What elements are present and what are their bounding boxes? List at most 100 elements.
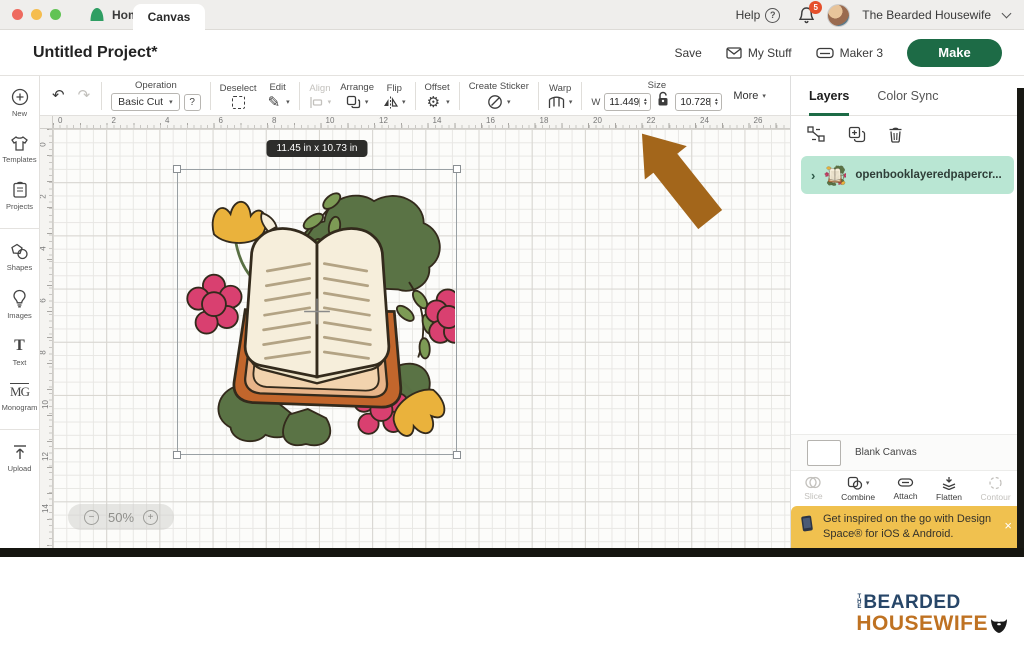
height-input[interactable]: 10.728 ▴▾ <box>675 93 722 111</box>
clipboard-icon <box>12 181 28 199</box>
notifications-button[interactable]: 5 <box>798 6 815 24</box>
window-close-button[interactable] <box>12 9 23 20</box>
arrange-menu-button[interactable]: Arrange ▾ <box>340 82 374 109</box>
offset-menu-button[interactable]: Offset ⚙▾ <box>425 82 450 110</box>
operation-help-button[interactable]: ? <box>184 94 201 111</box>
layers-panel: Layers Color Sync › openbooklayeredpaper… <box>790 76 1024 548</box>
selection-handle[interactable] <box>173 165 181 173</box>
envelope-icon <box>726 47 742 59</box>
width-stepper[interactable]: ▴▾ <box>639 98 650 107</box>
account-chevron-down-icon[interactable] <box>1002 8 1012 18</box>
window-zoom-button[interactable] <box>50 9 61 20</box>
brand-the: THE <box>856 594 862 612</box>
sidebar-label: Shapes <box>7 263 32 272</box>
flatten-button[interactable]: Flatten <box>936 476 962 502</box>
notification-badge: 5 <box>809 1 822 14</box>
bearded-housewife-logo: THE BEARDED HOUSEWIFE <box>856 593 1008 634</box>
more-menu-button[interactable]: More ▾ <box>733 90 766 102</box>
avatar[interactable] <box>827 4 850 27</box>
flatten-icon <box>941 476 957 490</box>
blank-canvas-label: Blank Canvas <box>855 447 917 458</box>
machine-icon <box>816 47 834 59</box>
plus-circle-icon <box>11 88 29 106</box>
save-button[interactable]: Save <box>674 46 701 60</box>
warp-menu-button[interactable]: Warp ▾ <box>548 83 573 109</box>
screen-edge <box>1017 88 1024 548</box>
account-name: The Bearded Housewife <box>862 8 991 22</box>
brand-bearded: BEARDED <box>863 593 960 612</box>
operation-select[interactable]: Basic Cut ▾ <box>111 93 179 111</box>
aspect-lock-icon[interactable] <box>655 90 671 108</box>
brand-housewife: HOUSEWIFE <box>856 613 988 634</box>
tab-layers[interactable]: Layers <box>809 76 849 115</box>
slice-icon <box>805 476 821 489</box>
zoom-level: 50% <box>108 510 134 525</box>
sidebar-divider <box>0 429 40 430</box>
sidebar-item-templates[interactable]: Templates <box>2 135 36 164</box>
account-menu[interactable]: The Bearded Housewife <box>862 8 991 22</box>
my-stuff-label: My Stuff <box>748 46 792 60</box>
deselect-button[interactable]: Deselect <box>220 83 257 109</box>
sidebar-item-text[interactable]: T Text <box>13 337 27 367</box>
sidebar-item-projects[interactable]: Projects <box>6 181 33 211</box>
make-button[interactable]: Make <box>907 39 1002 67</box>
tab-color-sync[interactable]: Color Sync <box>877 76 938 115</box>
machine-select-button[interactable]: Maker 3 <box>816 46 883 60</box>
selection-handle[interactable] <box>453 165 461 173</box>
edit-menu-button[interactable]: Edit ✎▾ <box>266 82 290 110</box>
project-header: Untitled Project* Save My Stuff Maker 3 … <box>0 30 1024 76</box>
sidebar-label: New <box>12 109 27 118</box>
align-menu-button: Align ▾ <box>309 83 332 109</box>
edit-toolbar: ↶ ↷ Operation Basic Cut ▾ ? Deselect <box>40 76 790 116</box>
layer-name: openbooklayeredpapercr... <box>855 169 1001 181</box>
layer-row[interactable]: › openbooklayeredpapercr... <box>801 156 1014 194</box>
sidebar-item-upload[interactable]: Upload <box>8 444 32 473</box>
help-menu[interactable]: Help ? <box>736 8 781 23</box>
zoom-in-button[interactable]: + <box>143 510 158 525</box>
my-stuff-button[interactable]: My Stuff <box>726 46 792 60</box>
gear-icon: ⚙ <box>425 95 442 110</box>
caret-down-icon: ▾ <box>169 98 173 106</box>
selection-handle[interactable] <box>453 451 461 459</box>
banner-close-icon[interactable]: × <box>1004 519 1012 532</box>
width-input[interactable]: 11.449 ▴▾ <box>604 93 651 111</box>
height-stepper[interactable]: ▴▾ <box>710 98 721 107</box>
design-canvas[interactable]: 02468101214161820222426 02468101214 11.4… <box>40 116 790 548</box>
sidebar-item-new[interactable]: New <box>11 88 29 118</box>
sidebar-item-monogram[interactable]: MG Monogram <box>2 384 38 412</box>
canvas-color-swatch[interactable] <box>807 440 841 466</box>
sidebar-item-shapes[interactable]: Shapes <box>7 243 32 272</box>
operation-value: Basic Cut <box>118 96 163 108</box>
page-title: Untitled Project* <box>33 44 157 62</box>
window-minimize-button[interactable] <box>31 9 42 20</box>
attach-button[interactable]: Attach <box>894 476 918 501</box>
sticker-icon <box>487 94 503 110</box>
zoom-out-button[interactable]: − <box>84 510 99 525</box>
duplicate-icon[interactable] <box>848 126 866 143</box>
zoom-control: − 50% + <box>68 504 174 530</box>
combine-button[interactable]: ▾ Combine <box>841 476 875 502</box>
selection-handle[interactable] <box>173 451 181 459</box>
flip-menu-button[interactable]: Flip ▾ <box>383 83 406 109</box>
beard-icon <box>990 618 1008 634</box>
selection-size-badge: 11.45 in x 10.73 in <box>267 140 368 157</box>
banner-text: Get inspired on the go with Design Space… <box>823 513 991 540</box>
undo-button[interactable]: ↶ <box>50 88 67 103</box>
redo-button: ↷ <box>76 88 93 103</box>
sidebar-divider <box>0 228 40 229</box>
create-sticker-menu-button[interactable]: Create Sticker ▾ <box>469 81 529 110</box>
help-label: Help <box>736 8 761 22</box>
selected-artwork[interactable] <box>179 171 455 452</box>
layer-expand-chevron-icon[interactable]: › <box>811 168 815 183</box>
trash-icon[interactable] <box>888 126 903 143</box>
canvas-background-row[interactable]: Blank Canvas <box>791 434 1024 470</box>
sidebar-item-images[interactable]: Images <box>7 289 32 320</box>
contour-button: Contour <box>980 476 1010 502</box>
save-label: Save <box>674 46 701 60</box>
selection-box[interactable] <box>177 169 457 455</box>
ruler-corner <box>40 116 53 129</box>
tab-canvas[interactable]: Canvas <box>133 4 205 30</box>
group-layers-icon[interactable] <box>807 126 826 143</box>
arrange-icon <box>346 95 361 109</box>
shapes-icon <box>10 243 29 260</box>
